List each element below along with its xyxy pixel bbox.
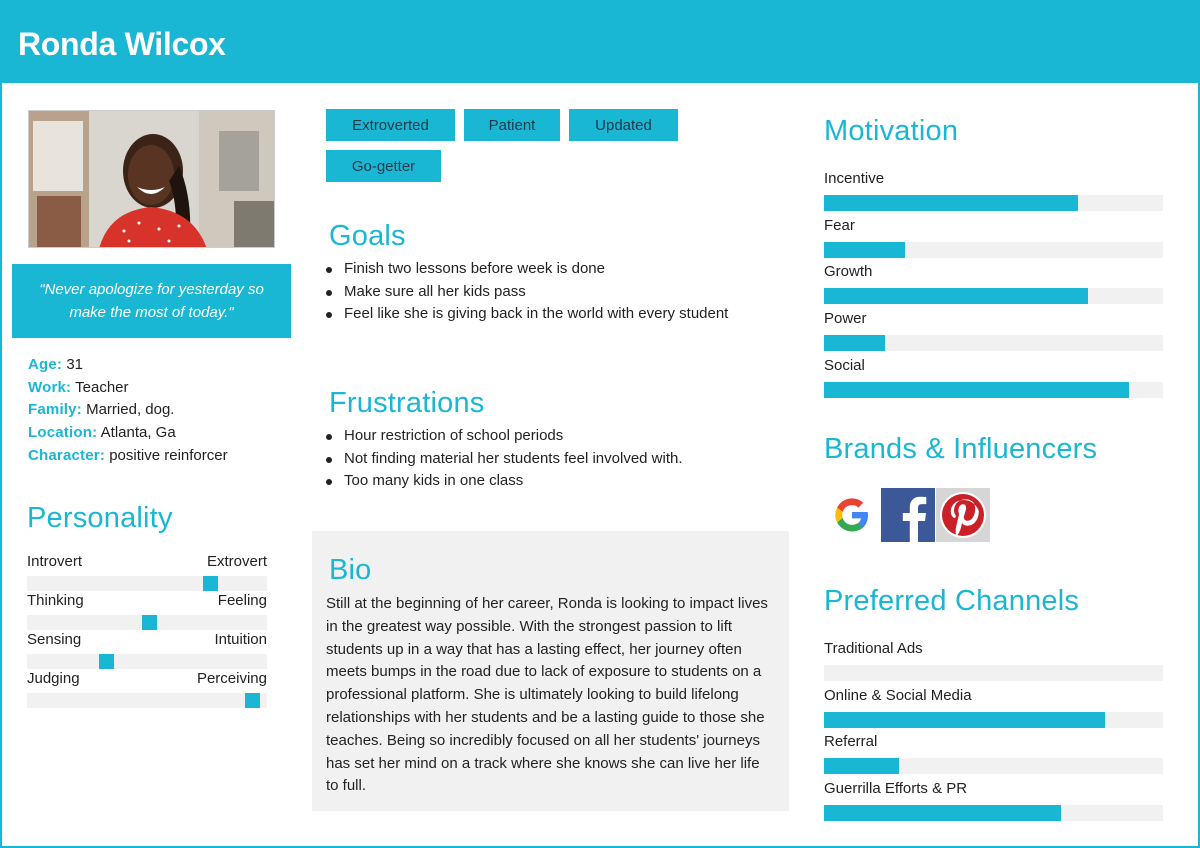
bar-fill xyxy=(824,805,1062,821)
personality-title: Personality xyxy=(27,502,173,534)
bar-label: Guerrilla Efforts & PR xyxy=(824,780,968,797)
fact-value: Teacher xyxy=(75,378,129,396)
bar-fill xyxy=(824,335,886,351)
scale-right-label: Extrovert xyxy=(206,553,267,570)
scale-track xyxy=(27,693,267,708)
bar-label: Online & Social Media xyxy=(824,687,972,704)
scale-track xyxy=(27,615,267,630)
frustrations-list: Hour restriction of school periods Not f… xyxy=(326,425,683,493)
bar-track xyxy=(824,758,1163,774)
bar-track xyxy=(824,195,1163,211)
scale-right-label: Perceiving xyxy=(196,670,267,687)
fact-value: 31 xyxy=(66,356,83,373)
scale-marker xyxy=(99,654,114,669)
scale-track xyxy=(27,576,267,591)
bar-label: Incentive xyxy=(824,170,885,187)
fact-key: Age: xyxy=(28,356,63,373)
fact-value: Atlanta, Ga xyxy=(100,424,176,442)
bar-track xyxy=(824,288,1163,304)
facebook-icon xyxy=(881,488,935,542)
bar-track xyxy=(824,335,1163,351)
scale-left-label: Thinking xyxy=(27,592,84,609)
scale-marker xyxy=(142,615,157,630)
personality-scale: Sensing Intuition xyxy=(27,631,267,670)
bio-title: Bio xyxy=(329,554,372,586)
pinterest-icon xyxy=(936,488,990,542)
goal-item: Finish two lessons before week is done xyxy=(326,258,728,281)
scale-left-label: Introvert xyxy=(27,553,83,570)
bar-fill xyxy=(824,712,1106,728)
personality-scale: Introvert Extrovert xyxy=(27,553,267,592)
fact-key: Work: xyxy=(28,378,72,396)
frustration-item: Not finding material her students feel i… xyxy=(326,448,683,471)
fact-key: Family: xyxy=(28,401,82,419)
personality-scales: Introvert Extrovert Thinking Feeling Sen… xyxy=(27,553,267,709)
tag-patient: Patient xyxy=(464,109,560,141)
fact-work: Work: Teacher xyxy=(28,377,293,400)
scale-left-label: Judging xyxy=(27,670,80,687)
bar-fill xyxy=(824,758,899,774)
goals-list: Finish two lessons before week is done M… xyxy=(326,258,728,326)
fact-character: Character: positive reinforcer xyxy=(28,445,293,468)
motivation-title: Motivation xyxy=(824,115,959,147)
google-icon xyxy=(825,488,879,542)
bar-label: Fear xyxy=(824,217,855,234)
goals-title: Goals xyxy=(329,220,406,252)
quote-box: "Never apologize for yesterday so make t… xyxy=(12,264,291,338)
bar-label: Growth xyxy=(824,263,873,280)
scale-right-label: Feeling xyxy=(217,592,267,609)
scale-marker xyxy=(245,693,260,708)
bar-label: Traditional Ads xyxy=(824,640,923,657)
bar-track xyxy=(824,665,1163,681)
brands-title: Brands & Influencers xyxy=(824,433,1098,465)
frustrations-title: Frustrations xyxy=(329,387,485,419)
fact-family: Family: Married, dog. xyxy=(28,399,293,422)
goal-item: Make sure all her kids pass xyxy=(326,281,728,304)
bar-fill xyxy=(824,242,906,258)
scale-track xyxy=(27,654,267,669)
personality-scale: Thinking Feeling xyxy=(27,592,267,631)
profile-photo xyxy=(28,110,275,248)
bar-track xyxy=(824,242,1163,258)
scale-right-label: Intuition xyxy=(214,631,267,648)
scale-marker xyxy=(203,576,218,591)
bar-label: Power xyxy=(824,310,867,327)
bar-fill xyxy=(824,382,1130,398)
bar-fill xyxy=(824,195,1079,211)
bar-track xyxy=(824,382,1163,398)
fact-key: Character: xyxy=(28,446,106,464)
tag-extroverted: Extroverted xyxy=(326,109,455,141)
fact-location: Location: Atlanta, Ga xyxy=(28,422,293,445)
fact-key: Location: xyxy=(28,424,98,442)
scale-left-label: Sensing xyxy=(27,631,82,648)
fact-value: positive reinforcer xyxy=(109,446,228,464)
tag-go-getter: Go-getter xyxy=(326,150,441,182)
fact-age: Age: 31 xyxy=(28,354,293,377)
frustration-item: Too many kids in one class xyxy=(326,470,683,493)
channels-title: Preferred Channels xyxy=(824,585,1080,617)
header-bar: Ronda Wilcox xyxy=(2,2,1198,83)
bar-fill xyxy=(824,288,1089,304)
frustration-item: Hour restriction of school periods xyxy=(326,425,683,448)
fact-value: Married, dog. xyxy=(86,401,175,419)
persona-name: Ronda Wilcox xyxy=(18,26,226,62)
bar-track xyxy=(824,805,1163,821)
bar-label: Social xyxy=(824,357,865,374)
facts-list: Age: 31 Work: Teacher Family: Married, d… xyxy=(28,354,293,467)
bar-label: Referral xyxy=(824,733,878,750)
bar-track xyxy=(824,712,1163,728)
personality-scale: Judging Perceiving xyxy=(27,670,267,709)
tag-updated: Updated xyxy=(569,109,678,141)
bio-text: Still at the beginning of her career, Ro… xyxy=(326,595,768,795)
persona-quote: "Never apologize for yesterday so make t… xyxy=(39,281,264,321)
goal-item: Feel like she is giving back in the worl… xyxy=(326,303,728,326)
